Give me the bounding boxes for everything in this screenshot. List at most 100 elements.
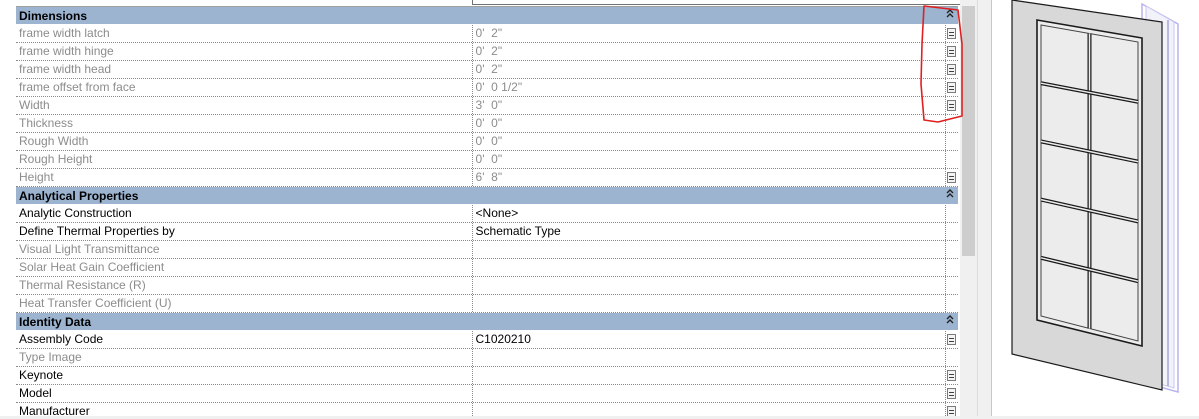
property-value: 0' 0 1/2" xyxy=(473,79,947,96)
property-value: 0' 2" xyxy=(473,61,947,78)
property-row: Visual Light Transmittance xyxy=(16,241,958,259)
property-value: 0' 2" xyxy=(473,43,947,60)
button-cell xyxy=(946,151,958,168)
group-title: Analytical Properties xyxy=(19,188,139,203)
button-cell xyxy=(946,169,958,186)
ellipsis-edit-icon[interactable] xyxy=(947,370,957,381)
property-name: frame width hinge xyxy=(16,43,473,60)
property-row: Type Image xyxy=(16,349,958,367)
button-cell xyxy=(946,61,958,78)
ellipsis-edit-icon[interactable] xyxy=(947,82,957,93)
group-title: Dimensions xyxy=(19,8,88,23)
property-name: Rough Height xyxy=(16,151,473,168)
ellipsis-edit-icon[interactable] xyxy=(947,334,957,345)
property-row: Width 3' 0" xyxy=(16,97,958,115)
property-name: Visual Light Transmittance xyxy=(16,241,473,258)
property-name: frame width head xyxy=(16,61,473,78)
property-name: Assembly Code xyxy=(16,331,473,348)
property-name: Heat Transfer Coefficient (U) xyxy=(16,295,473,312)
group-header-0[interactable]: Dimensions xyxy=(16,7,958,25)
button-cell xyxy=(946,97,958,114)
property-name: Thickness xyxy=(16,115,473,132)
property-value xyxy=(473,295,947,312)
property-row: Thickness 0' 0" xyxy=(16,115,958,133)
property-value[interactable] xyxy=(473,367,947,384)
button-cell xyxy=(946,295,958,312)
property-row: frame width head 0' 2" xyxy=(16,61,958,79)
ellipsis-edit-icon[interactable] xyxy=(947,406,957,416)
property-value xyxy=(473,259,947,276)
door-preview-3d xyxy=(1011,0,1179,393)
property-name: frame offset from face xyxy=(16,79,473,96)
ellipsis-edit-icon[interactable] xyxy=(947,46,957,57)
collapse-icon[interactable] xyxy=(942,188,958,203)
button-cell xyxy=(946,205,958,222)
previous-row-stub xyxy=(16,0,974,7)
property-row: frame offset from face 0' 0 1/2" xyxy=(16,79,958,97)
property-row: Analytic Construction <None> xyxy=(16,205,958,223)
ellipsis-edit-icon[interactable] xyxy=(947,100,957,111)
property-name: Width xyxy=(16,97,473,114)
button-cell xyxy=(946,79,958,96)
property-value: 0' 2" xyxy=(473,25,947,42)
ellipsis-edit-icon[interactable] xyxy=(947,388,957,399)
button-cell xyxy=(946,259,958,276)
vertical-scrollbar[interactable] xyxy=(960,0,977,416)
property-value[interactable]: Schematic Type xyxy=(473,223,947,240)
property-row: Rough Height 0' 0" xyxy=(16,151,958,169)
property-name: Height xyxy=(16,169,473,186)
button-cell xyxy=(946,403,958,416)
ellipsis-edit-icon[interactable] xyxy=(947,28,957,39)
property-name: Model xyxy=(16,385,473,402)
property-value xyxy=(473,241,947,258)
group-title: Identity Data xyxy=(19,314,92,329)
properties-grid: Dimensions frame width latch 0' 2" frame wi… xyxy=(16,0,974,416)
property-row: Rough Width 0' 0" xyxy=(16,133,958,151)
button-cell xyxy=(946,43,958,60)
scrollbar-thumb[interactable] xyxy=(962,6,975,256)
property-value: 6' 8" xyxy=(473,169,947,186)
property-name: Rough Width xyxy=(16,133,473,150)
property-name: Keynote xyxy=(16,367,473,384)
property-value xyxy=(473,277,947,294)
property-name: frame width latch xyxy=(16,25,473,42)
group-header-2[interactable]: Identity Data xyxy=(16,313,958,331)
property-value[interactable]: C1020210 xyxy=(473,331,947,348)
ellipsis-edit-icon[interactable] xyxy=(947,172,957,183)
property-value: 0' 0" xyxy=(473,133,947,150)
property-name: Thermal Resistance (R) xyxy=(16,277,473,294)
button-cell xyxy=(946,367,958,384)
property-row: Define Thermal Properties by Schematic Ty… xyxy=(16,223,958,241)
panel-divider[interactable] xyxy=(977,0,992,416)
property-row: frame width hinge 0' 2" xyxy=(16,43,958,61)
button-cell xyxy=(946,133,958,150)
property-row: Height 6' 8" xyxy=(16,169,958,187)
button-cell xyxy=(946,277,958,294)
property-row: Manufacturer xyxy=(16,403,958,416)
left-gutter xyxy=(0,0,16,416)
preview-pane[interactable] xyxy=(991,0,1199,416)
property-value: 0' 0" xyxy=(473,115,947,132)
button-cell xyxy=(946,223,958,240)
type-properties-panel: Dimensions frame width latch 0' 2" frame wi… xyxy=(0,0,977,416)
property-value xyxy=(473,349,947,366)
property-value[interactable] xyxy=(473,403,947,416)
property-name: Define Thermal Properties by xyxy=(16,223,473,240)
property-name: Type Image xyxy=(16,349,473,366)
previous-value-cell[interactable] xyxy=(472,0,974,5)
collapse-icon[interactable] xyxy=(942,8,958,23)
property-name: Manufacturer xyxy=(16,403,473,416)
ellipsis-edit-icon[interactable] xyxy=(947,64,957,75)
property-value[interactable] xyxy=(473,385,947,402)
property-name: Solar Heat Gain Coefficient xyxy=(16,259,473,276)
property-row: Keynote xyxy=(16,367,958,385)
property-value[interactable]: <None> xyxy=(473,205,947,222)
property-row: Assembly Code C1020210 xyxy=(16,331,958,349)
collapse-icon[interactable] xyxy=(942,314,958,329)
button-cell xyxy=(946,385,958,402)
property-row: frame width latch 0' 2" xyxy=(16,25,958,43)
group-header-1[interactable]: Analytical Properties xyxy=(16,187,958,205)
property-row: Model xyxy=(16,385,958,403)
button-cell xyxy=(946,349,958,366)
property-row: Solar Heat Gain Coefficient xyxy=(16,259,958,277)
